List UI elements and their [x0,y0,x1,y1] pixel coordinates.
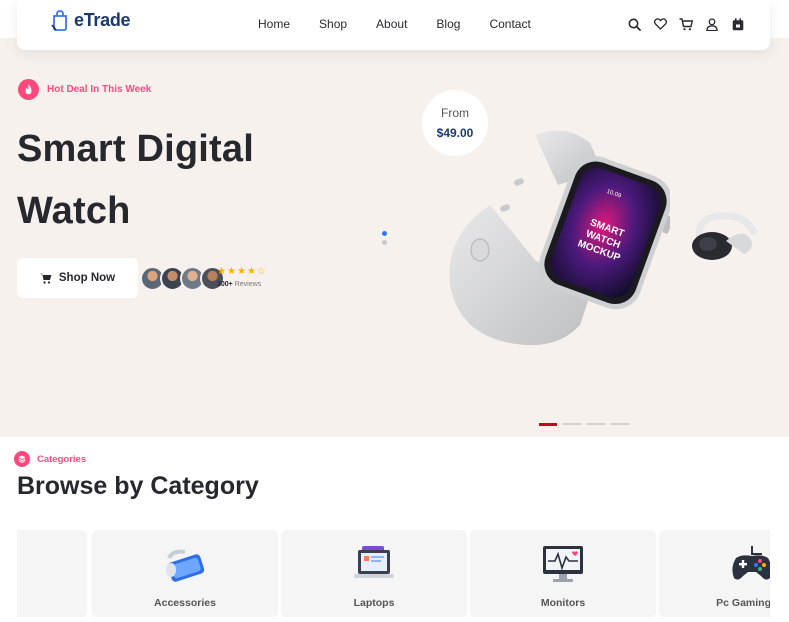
hot-deal-label: Hot Deal In This Week [47,84,152,95]
category-label: Pc Gaming [716,597,770,609]
smart-watch-image: 10.09 SMART WATCH MOCKUP [449,130,670,346]
cart-icon[interactable] [678,16,694,32]
category-card-pc-gaming[interactable]: Pc Gaming [659,530,770,617]
brand-logo[interactable]: eTrade [51,9,131,31]
categories-kicker-label: Categories [37,453,87,465]
nav-link-home[interactable]: Home [258,17,290,31]
slider-dot[interactable] [587,423,605,425]
category-card-speakers[interactable]: er [17,530,87,617]
slider-dot[interactable] [563,423,581,425]
categories-title: Browse by Category [17,472,259,500]
review-count: 100+ Reviews [217,281,262,288]
pagination-dot-active[interactable] [382,231,387,236]
categories-kicker: Categories [14,451,86,467]
category-label: Laptops [353,597,395,609]
category-card-monitors[interactable]: Monitors [470,530,656,617]
monitor-icon [543,546,583,582]
reviewer-avatars [140,266,225,291]
nav-link-shop[interactable]: Shop [319,17,347,31]
star-filled-icon: ★ [226,266,236,277]
brand-name: eTrade [74,9,131,30]
category-label: Accessories [154,597,216,609]
main-nav: Home Shop About Blog Contact [258,17,531,31]
slider-dot[interactable] [611,423,629,425]
category-card-accessories[interactable]: Accessories [92,530,278,617]
laptop-icon [354,546,394,578]
vr-headset-icon [166,549,205,582]
nav-link-blog[interactable]: Blog [436,17,460,31]
star-filled-icon: ★ [246,266,256,277]
heart-icon[interactable] [652,16,668,32]
slider-dot-active[interactable] [539,422,557,426]
nav-link-about[interactable]: About [376,17,407,31]
category-label: Monitors [540,597,586,609]
vr-headset-image [692,212,758,260]
category-label: er [17,597,87,609]
cart-icon [39,273,52,284]
calendar-icon[interactable] [730,16,746,32]
hero-slider-pagination [539,422,629,426]
hero-title: Smart Digital Watch [17,128,254,232]
user-icon[interactable] [704,16,720,32]
vertical-pagination [382,231,387,249]
rating-stars: ★ ★ ★ ★ ☆ [217,267,266,277]
category-card-laptops[interactable]: Laptops [281,530,467,617]
star-filled-icon: ★ [217,266,226,277]
shopping-bag-icon [51,10,67,31]
search-icon[interactable] [626,16,642,32]
layers-icon [14,451,30,467]
pagination-dot[interactable] [382,240,387,245]
nav-link-contact[interactable]: Contact [489,17,530,31]
gamepad-icon [732,546,770,580]
header-actions [626,16,746,32]
star-empty-icon: ☆ [256,266,266,277]
fire-icon [18,79,39,100]
star-filled-icon: ★ [236,266,246,277]
shop-now-label: Shop Now [58,272,116,284]
price-from-label: From [441,106,469,120]
category-carousel: er Accessories Laptops [17,530,770,617]
price-value: $49.00 [436,126,474,140]
price-bubble: From $49.00 [422,90,488,156]
hot-deal-kicker: Hot Deal In This Week [18,79,151,100]
rating-block: ★ ★ ★ ★ ☆ 100+ Reviews [217,267,266,289]
shop-now-button[interactable]: Shop Now [17,258,138,298]
site-header: eTrade Home Shop About Blog Contact [17,0,770,50]
